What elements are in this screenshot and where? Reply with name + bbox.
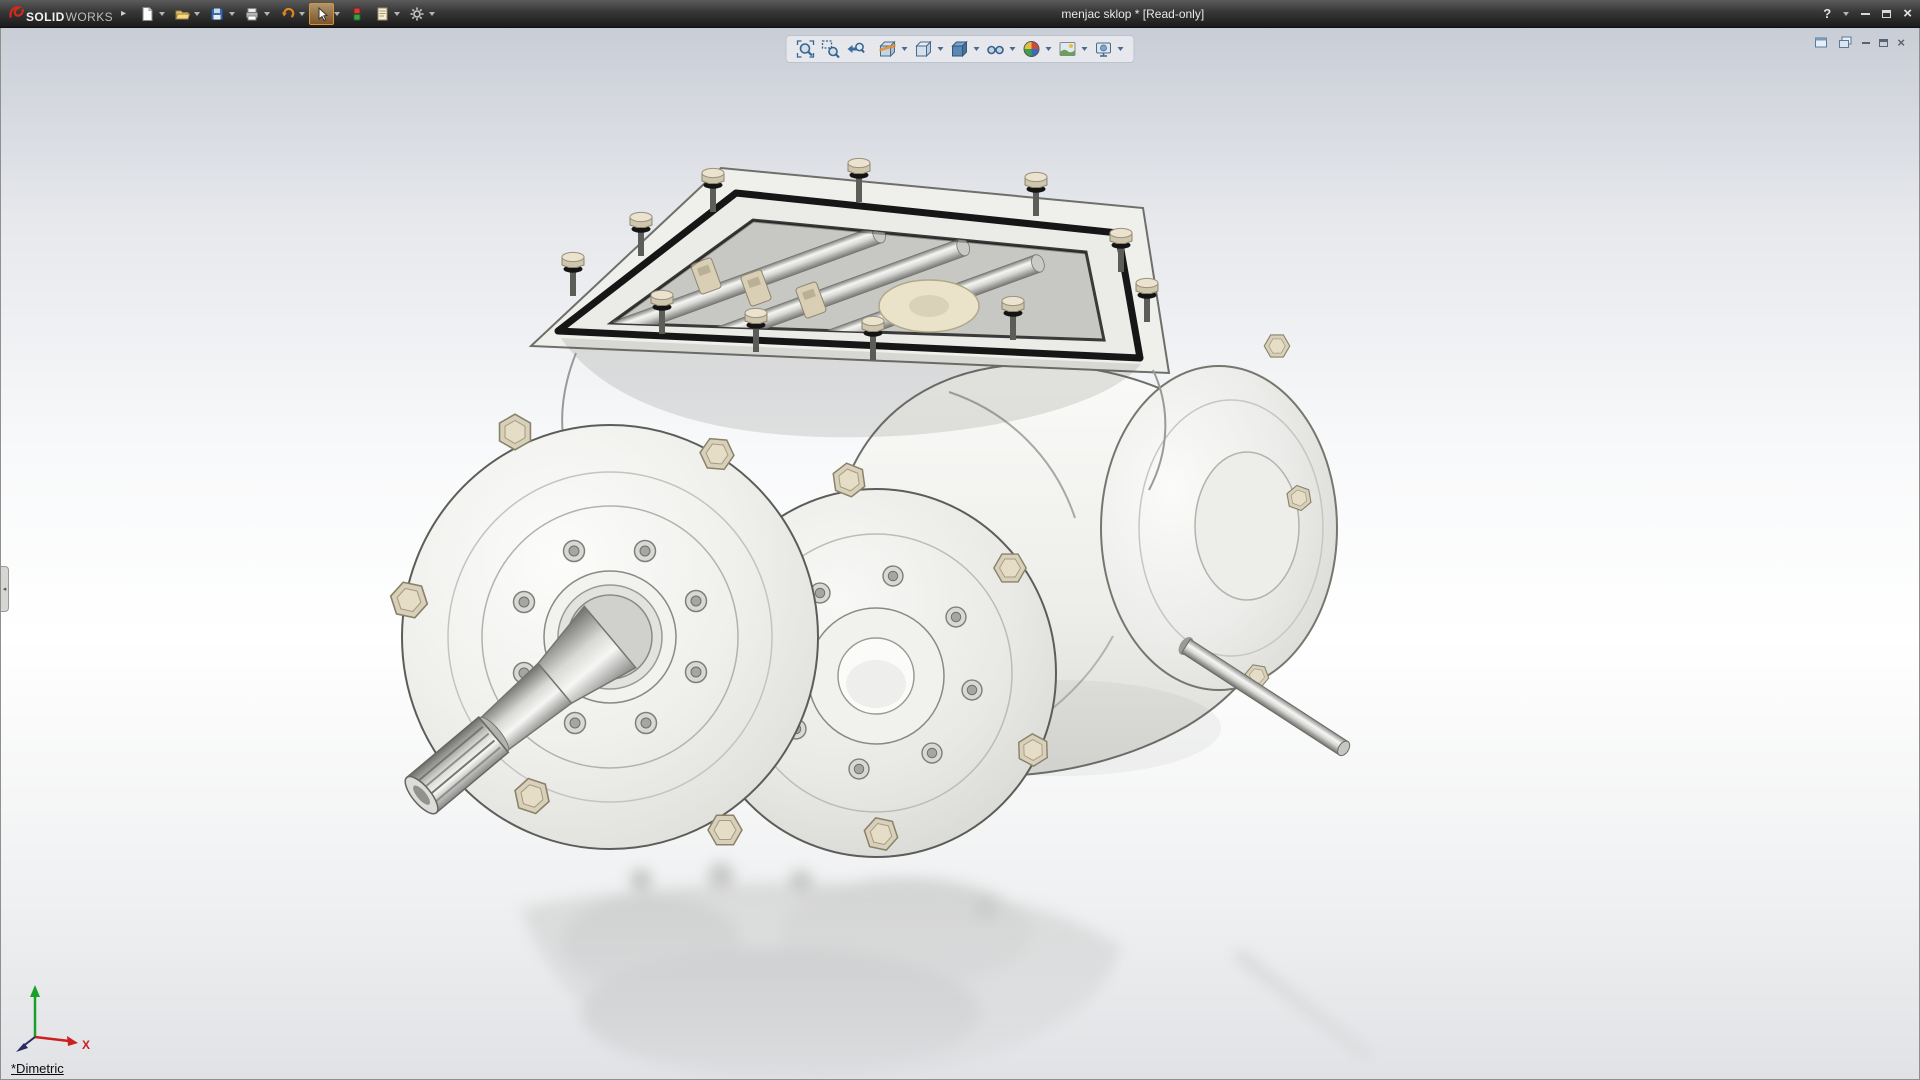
logo-text-solid: SOLID: [26, 10, 65, 24]
file-properties-dropdown[interactable]: [394, 12, 400, 16]
print-dropdown[interactable]: [264, 12, 270, 16]
view-settings-dropdown[interactable]: [1118, 47, 1124, 51]
document-window-controls: ×: [1814, 35, 1905, 50]
cascade-windows-icon[interactable]: [1838, 35, 1853, 50]
headsup-view-toolbar: [786, 35, 1135, 63]
apply-scene-dropdown[interactable]: [1082, 47, 1088, 51]
titlebar: SOLID WORKS ▸: [0, 0, 1920, 28]
window-title: menjac sklop * [Read-only]: [1061, 7, 1204, 21]
logo-text-works: WORKS: [66, 10, 113, 24]
undo-icon[interactable]: [274, 3, 299, 25]
select-dropdown[interactable]: [334, 12, 340, 16]
save-icon[interactable]: [204, 3, 229, 25]
previous-view-icon[interactable]: [844, 38, 868, 60]
zoom-to-fit-icon[interactable]: [794, 38, 818, 60]
restore-document-icon[interactable]: [1879, 39, 1888, 47]
triad-x-label: X: [82, 1038, 90, 1052]
solidworks-window: SOLID WORKS ▸: [0, 0, 1920, 1080]
orientation-triad: X: [11, 975, 101, 1055]
display-style-icon[interactable]: [948, 38, 972, 60]
view-orientation-label: *Dimetric: [11, 1061, 64, 1076]
app-logo: SOLID WORKS: [8, 4, 113, 24]
graphics-viewport[interactable]: × ◂ X *Dimetric: [0, 28, 1920, 1080]
restore-icon[interactable]: [1882, 10, 1891, 18]
view-settings-icon[interactable]: [1092, 38, 1116, 60]
help-dropdown[interactable]: [1843, 12, 1849, 16]
select-cursor-icon[interactable]: [309, 3, 334, 25]
display-style-dropdown[interactable]: [974, 47, 980, 51]
window-controls: ? ×: [1823, 6, 1912, 21]
save-dropdown[interactable]: [229, 12, 235, 16]
minimize-document-icon[interactable]: [1862, 42, 1870, 44]
undo-dropdown[interactable]: [299, 12, 305, 16]
new-dropdown[interactable]: [159, 12, 165, 16]
hide-show-items-icon[interactable]: [984, 38, 1008, 60]
close-icon[interactable]: ×: [1903, 6, 1912, 21]
model-reflection: [521, 863, 1374, 1079]
edit-appearance-icon[interactable]: [1020, 38, 1044, 60]
new-window-icon[interactable]: [1814, 35, 1829, 50]
ds-logo-icon: [8, 4, 25, 21]
open-dropdown[interactable]: [194, 12, 200, 16]
view-orientation-dropdown[interactable]: [938, 47, 944, 51]
open-icon[interactable]: [169, 3, 194, 25]
options-dropdown[interactable]: [429, 12, 435, 16]
minimize-icon[interactable]: [1861, 13, 1870, 15]
file-properties-icon[interactable]: [369, 3, 394, 25]
rebuild-icon[interactable]: [344, 3, 369, 25]
triad-y-arrow: [30, 985, 40, 997]
triad-x-arrow: [67, 1036, 78, 1046]
close-document-icon[interactable]: ×: [1897, 36, 1905, 49]
options-icon[interactable]: [404, 3, 429, 25]
view-orientation-icon[interactable]: [912, 38, 936, 60]
edit-appearance-dropdown[interactable]: [1046, 47, 1052, 51]
new-document-icon[interactable]: [134, 3, 159, 25]
section-view-dropdown[interactable]: [902, 47, 908, 51]
help-icon[interactable]: ?: [1823, 6, 1831, 21]
gearbox-model: [1, 28, 1919, 1079]
apply-scene-icon[interactable]: [1056, 38, 1080, 60]
section-view-icon[interactable]: [876, 38, 900, 60]
hide-show-items-dropdown[interactable]: [1010, 47, 1016, 51]
print-icon[interactable]: [239, 3, 264, 25]
panel-collapse-handle[interactable]: ◂: [1, 566, 9, 612]
zoom-to-area-icon[interactable]: [819, 38, 843, 60]
menu-expand-arrow[interactable]: ▸: [121, 8, 126, 19]
